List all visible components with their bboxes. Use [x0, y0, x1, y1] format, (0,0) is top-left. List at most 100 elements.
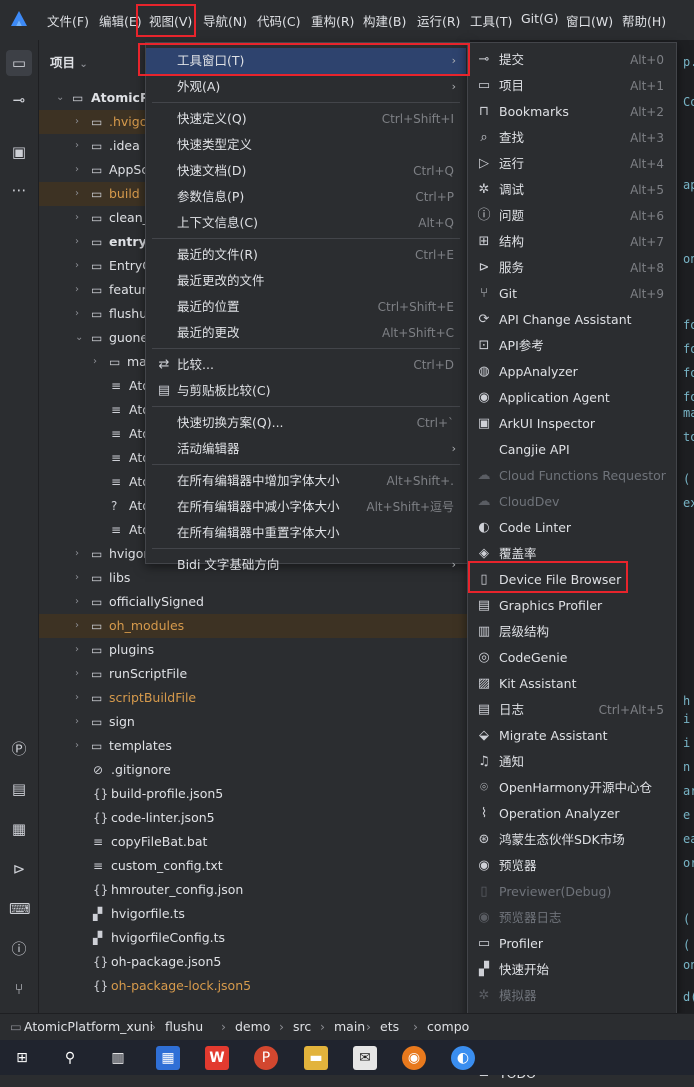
tree-row[interactable]: › ▭ runScriptFile: [39, 662, 469, 686]
view-menu-item[interactable]: 最近更改的文件: [146, 268, 466, 294]
chevron-right-icon[interactable]: ›: [75, 590, 79, 614]
tool-window-item[interactable]: ⬙ Migrate Assistant: [468, 723, 674, 749]
view-menu-item[interactable]: 快速文档(D) Ctrl+Q: [146, 158, 466, 184]
tree-row[interactable]: ⊘ .gitignore: [39, 758, 469, 782]
view-menu-item[interactable]: 最近的更改 Alt+Shift+C: [146, 320, 466, 346]
menu-item[interactable]: 窗口(W): [566, 11, 613, 30]
tool-window-item[interactable]: ▭ 项目 Alt+1: [468, 73, 674, 99]
view-menu-item[interactable]: 参数信息(P) Ctrl+P: [146, 184, 466, 210]
tool-window-item[interactable]: ◉ Application Agent: [468, 385, 674, 411]
search-icon[interactable]: ⚲: [58, 1046, 82, 1070]
menu-item[interactable]: 重构(R): [311, 11, 354, 30]
windows-start-icon[interactable]: ⊞: [10, 1046, 34, 1070]
task-view-icon[interactable]: ▥: [106, 1046, 130, 1070]
app-icon[interactable]: ◐: [451, 1046, 475, 1070]
chevron-down-icon[interactable]: ⌄: [56, 86, 64, 110]
menu-item[interactable]: 导航(N): [203, 11, 247, 30]
plugin-icon[interactable]: Ⓟ: [9, 739, 29, 759]
chevron-right-icon[interactable]: ›: [75, 158, 79, 182]
view-menu-item[interactable]: ⇄ 比较... Ctrl+D: [146, 352, 466, 378]
mail-icon[interactable]: ✉: [353, 1046, 377, 1070]
table-icon[interactable]: ▦: [9, 819, 29, 839]
view-menu-item[interactable]: ▤ 与剪贴板比较(C): [146, 378, 466, 404]
firefox-icon[interactable]: ◉: [402, 1046, 426, 1070]
tool-window-item[interactable]: ▞ 快速开始: [468, 957, 674, 983]
view-menu-item[interactable]: 活动编辑器 ›: [146, 436, 466, 462]
tool-window-item[interactable]: ▤ 日志 Ctrl+Alt+5: [468, 697, 674, 723]
tree-row[interactable]: {} hmrouter_config.json: [39, 878, 469, 902]
view-menu-item[interactable]: 在所有编辑器中减小字体大小 Alt+Shift+逗号: [146, 494, 466, 520]
view-menu-item[interactable]: 在所有编辑器中重置字体大小: [146, 520, 466, 546]
tool-window-item[interactable]: ⊸ 提交 Alt+0: [468, 47, 674, 73]
view-menu-item[interactable]: 外观(A) ›: [146, 74, 466, 100]
file-explorer-icon[interactable]: ▬: [304, 1046, 328, 1070]
view-menu-item[interactable]: 快速切换方案(Q)... Ctrl+`: [146, 410, 466, 436]
store-icon[interactable]: ▦: [156, 1046, 180, 1070]
breadcrumb-item[interactable]: compo: [427, 1019, 469, 1034]
chevron-right-icon[interactable]: ›: [75, 110, 79, 134]
tool-window-item[interactable]: ⊛ 鸿蒙生态伙伴SDK市场: [468, 827, 674, 853]
tree-row[interactable]: › ▭ templates: [39, 734, 469, 758]
tool-window-item[interactable]: ⌾ OpenHarmony开源中心仓: [468, 775, 674, 801]
menu-item[interactable]: 工具(T): [470, 11, 512, 30]
chevron-right-icon[interactable]: ›: [75, 278, 79, 302]
tree-row[interactable]: {} oh-package-lock.json5: [39, 974, 469, 998]
breadcrumb-item[interactable]: demo: [235, 1019, 270, 1034]
menu-item[interactable]: 运行(R): [417, 11, 460, 30]
tool-window-item[interactable]: ⌇ Operation Analyzer: [468, 801, 674, 827]
breadcrumb-item[interactable]: src: [293, 1019, 311, 1034]
tree-row[interactable]: › ▭ sign: [39, 710, 469, 734]
view-menu-item[interactable]: 在所有编辑器中增加字体大小 Alt+Shift+.: [146, 468, 466, 494]
view-menu-item[interactable]: 快速类型定义: [146, 132, 466, 158]
run-services-icon[interactable]: ⊳: [9, 859, 29, 879]
chevron-right-icon[interactable]: ›: [75, 182, 79, 206]
tree-row[interactable]: {} oh-package.json5: [39, 950, 469, 974]
tool-window-item[interactable]: ⌕ 查找 Alt+3: [468, 125, 674, 151]
tree-row[interactable]: {} build-profile.json5: [39, 782, 469, 806]
tool-window-item[interactable]: ◍ AppAnalyzer: [468, 359, 674, 385]
tool-window-item[interactable]: ⓘ 问题 Alt+6: [468, 203, 674, 229]
presentation-icon[interactable]: P: [254, 1046, 278, 1070]
menu-item[interactable]: 帮助(H): [622, 11, 666, 30]
chevron-right-icon[interactable]: ›: [75, 566, 79, 590]
tool-window-item[interactable]: ▷ 运行 Alt+4: [468, 151, 674, 177]
view-menu-item[interactable]: Bidi 文字基础方向 ›: [146, 552, 466, 578]
tool-window-item[interactable]: ⊞ 结构 Alt+7: [468, 229, 674, 255]
chevron-down-icon[interactable]: ⌄: [75, 326, 83, 350]
tool-window-item[interactable]: ▯ Device File Browser: [468, 567, 674, 593]
tool-window-item[interactable]: ▭ Profiler: [468, 931, 674, 957]
chevron-right-icon[interactable]: ›: [75, 542, 79, 566]
tree-row[interactable]: › ▭ officiallySigned: [39, 590, 469, 614]
log-icon[interactable]: ▤: [9, 779, 29, 799]
menu-item[interactable]: 文件(F): [47, 11, 89, 30]
chevron-right-icon[interactable]: ›: [75, 134, 79, 158]
tool-window-item[interactable]: ⊓ Bookmarks Alt+2: [468, 99, 674, 125]
tool-window-item[interactable]: ⟳ API Change Assistant: [468, 307, 674, 333]
tree-row[interactable]: › ▭ plugins: [39, 638, 469, 662]
project-folder-icon[interactable]: ▭: [6, 50, 32, 76]
menu-item[interactable]: 编辑(E): [99, 11, 142, 30]
tool-window-item[interactable]: ♫ 通知: [468, 749, 674, 775]
chevron-right-icon[interactable]: ›: [75, 254, 79, 278]
menu-item[interactable]: Git(G): [521, 11, 559, 26]
tree-row[interactable]: ≡ copyFileBat.bat: [39, 830, 469, 854]
tool-window-item[interactable]: ◈ 覆盖率: [468, 541, 674, 567]
view-menu-item[interactable]: 快速定义(Q) Ctrl+Shift+I: [146, 106, 466, 132]
tree-row[interactable]: › ▭ oh_modules: [39, 614, 469, 638]
view-menu-item[interactable]: 最近的文件(R) Ctrl+E: [146, 242, 466, 268]
tool-window-item[interactable]: ▨ Kit Assistant: [468, 671, 674, 697]
breadcrumb-item[interactable]: ets: [380, 1019, 399, 1034]
chevron-right-icon[interactable]: ›: [75, 662, 79, 686]
tool-window-item[interactable]: ▥ 层级结构: [468, 619, 674, 645]
tree-row[interactable]: ▞ hvigorfileConfig.ts: [39, 926, 469, 950]
tool-window-item[interactable]: ✲ 调试 Alt+5: [468, 177, 674, 203]
app-logo-icon[interactable]: [10, 10, 28, 28]
tool-window-item[interactable]: ⊳ 服务 Alt+8: [468, 255, 674, 281]
breadcrumb-item[interactable]: main: [334, 1019, 365, 1034]
view-menu-item[interactable]: 工具窗口(T) ›: [146, 48, 466, 74]
chevron-right-icon[interactable]: ›: [75, 614, 79, 638]
more-icon[interactable]: ⋯: [9, 180, 29, 200]
breadcrumb-item[interactable]: AtomicPlatform_xuni: [24, 1019, 153, 1034]
tree-row[interactable]: › ▭ scriptBuildFile: [39, 686, 469, 710]
menu-item[interactable]: 代码(C): [257, 11, 300, 30]
